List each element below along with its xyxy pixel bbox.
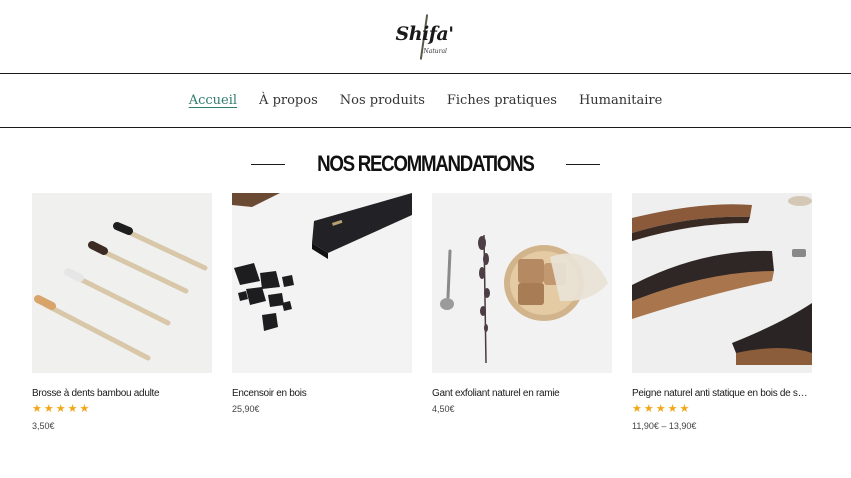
product-price: 25,90€ [232,404,260,414]
product-image-toothbrushes[interactable] [32,193,212,373]
logo-subtext: Natural [423,47,447,55]
nav-item-humanitaire[interactable]: Humanitaire [579,93,662,108]
nav-item-a-propos[interactable]: À propos [259,93,318,108]
section-title: NOS RECOMMANDATIONS [317,151,535,176]
site-header: Shifa' Natural [0,0,851,73]
product-card[interactable]: Brosse à dents bambou adulte ★★★★★ 3,50€ [32,193,212,431]
incense-burner-illustration [232,193,412,373]
product-card[interactable]: Peigne naturel anti statique en bois de … [632,193,812,431]
product-image-natural-combs[interactable] [632,193,812,373]
star-rating: ★★★★★ [632,403,692,415]
product-name[interactable]: Encensoir en bois [232,388,412,399]
title-divider-left [251,163,286,165]
product-card[interactable]: Encensoir en bois 25,90€ [232,193,412,414]
product-image-incense-burner[interactable] [232,193,412,373]
product-image-exfoliating-glove[interactable] [432,193,612,373]
product-price: 3,50€ [32,421,55,431]
section-heading: NOS RECOMMANDATIONS [0,148,851,180]
nav-item-accueil[interactable]: Accueil [189,93,237,108]
exfoliating-glove-illustration [432,193,612,373]
product-name[interactable]: Gant exfoliant naturel en ramie [432,388,612,399]
nav-item-fiches-pratiques[interactable]: Fiches pratiques [447,93,557,108]
site-logo[interactable]: Shifa' Natural [394,11,458,63]
title-divider-right [565,163,600,165]
product-name[interactable]: Peigne naturel anti statique en bois de … [632,388,812,399]
wooden-comb-illustration [632,193,812,373]
product-price: 4,50€ [432,404,455,414]
product-name[interactable]: Brosse à dents bambou adulte [32,388,212,399]
product-card[interactable]: Gant exfoliant naturel en ramie 4,50€ [432,193,612,414]
logo-text: Shifa' [395,22,455,45]
main-navigation: Accueil À propos Nos produits Fiches pra… [0,73,851,128]
product-price: 11,90€ – 13,90€ [632,421,697,431]
star-rating: ★★★★★ [32,403,92,415]
bamboo-toothbrush-illustration [32,193,212,373]
nav-item-nos-produits[interactable]: Nos produits [340,93,425,108]
